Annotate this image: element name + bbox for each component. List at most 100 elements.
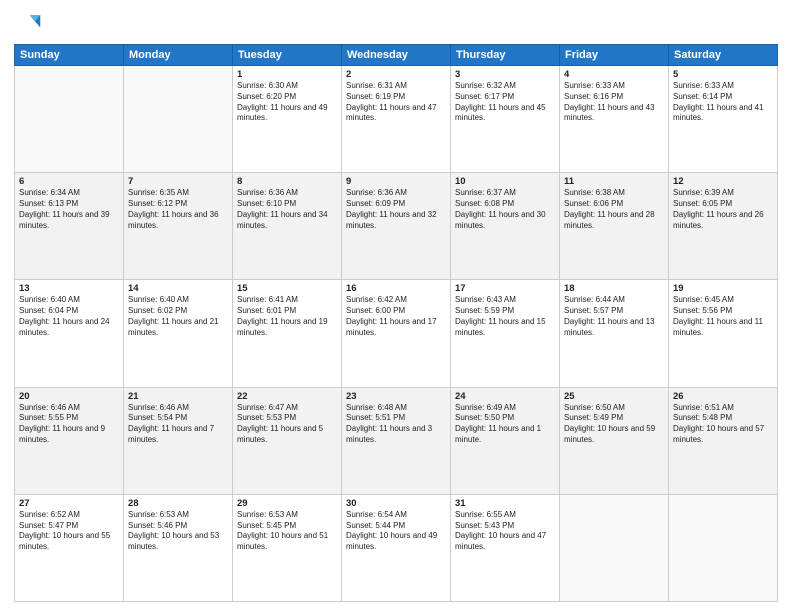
cell-info: Sunrise: 6:44 AMSunset: 5:57 PMDaylight:… [564,295,664,338]
cell-info: Sunrise: 6:46 AMSunset: 5:55 PMDaylight:… [19,403,119,446]
calendar-cell: 26Sunrise: 6:51 AMSunset: 5:48 PMDayligh… [669,387,778,494]
day-number: 30 [346,498,446,509]
day-number: 25 [564,391,664,402]
day-number: 28 [128,498,228,509]
day-number: 5 [673,69,773,80]
day-number: 15 [237,283,337,294]
col-header-wednesday: Wednesday [342,45,451,66]
calendar-cell: 22Sunrise: 6:47 AMSunset: 5:53 PMDayligh… [233,387,342,494]
calendar-cell: 19Sunrise: 6:45 AMSunset: 5:56 PMDayligh… [669,280,778,387]
col-header-friday: Friday [560,45,669,66]
calendar-cell [669,494,778,601]
cell-info: Sunrise: 6:36 AMSunset: 6:09 PMDaylight:… [346,188,446,231]
calendar-cell: 4Sunrise: 6:33 AMSunset: 6:16 PMDaylight… [560,66,669,173]
calendar-row: 1Sunrise: 6:30 AMSunset: 6:20 PMDaylight… [15,66,778,173]
calendar-cell: 16Sunrise: 6:42 AMSunset: 6:00 PMDayligh… [342,280,451,387]
day-number: 29 [237,498,337,509]
day-number: 2 [346,69,446,80]
cell-info: Sunrise: 6:42 AMSunset: 6:00 PMDaylight:… [346,295,446,338]
cell-info: Sunrise: 6:51 AMSunset: 5:48 PMDaylight:… [673,403,773,446]
day-number: 17 [455,283,555,294]
calendar-cell: 12Sunrise: 6:39 AMSunset: 6:05 PMDayligh… [669,173,778,280]
calendar-row: 13Sunrise: 6:40 AMSunset: 6:04 PMDayligh… [15,280,778,387]
cell-info: Sunrise: 6:36 AMSunset: 6:10 PMDaylight:… [237,188,337,231]
cell-info: Sunrise: 6:53 AMSunset: 5:45 PMDaylight:… [237,510,337,553]
calendar-table: SundayMondayTuesdayWednesdayThursdayFrid… [14,44,778,602]
calendar-cell: 30Sunrise: 6:54 AMSunset: 5:44 PMDayligh… [342,494,451,601]
calendar-page: SundayMondayTuesdayWednesdayThursdayFrid… [0,0,792,612]
day-number: 8 [237,176,337,187]
day-number: 26 [673,391,773,402]
logo-icon [14,10,42,38]
cell-info: Sunrise: 6:32 AMSunset: 6:17 PMDaylight:… [455,81,555,124]
calendar-cell: 17Sunrise: 6:43 AMSunset: 5:59 PMDayligh… [451,280,560,387]
calendar-cell: 13Sunrise: 6:40 AMSunset: 6:04 PMDayligh… [15,280,124,387]
cell-info: Sunrise: 6:30 AMSunset: 6:20 PMDaylight:… [237,81,337,124]
col-header-monday: Monday [124,45,233,66]
cell-info: Sunrise: 6:34 AMSunset: 6:13 PMDaylight:… [19,188,119,231]
cell-info: Sunrise: 6:53 AMSunset: 5:46 PMDaylight:… [128,510,228,553]
cell-info: Sunrise: 6:33 AMSunset: 6:16 PMDaylight:… [564,81,664,124]
day-number: 20 [19,391,119,402]
calendar-cell [124,66,233,173]
cell-info: Sunrise: 6:33 AMSunset: 6:14 PMDaylight:… [673,81,773,124]
cell-info: Sunrise: 6:47 AMSunset: 5:53 PMDaylight:… [237,403,337,446]
cell-info: Sunrise: 6:48 AMSunset: 5:51 PMDaylight:… [346,403,446,446]
day-number: 9 [346,176,446,187]
day-number: 23 [346,391,446,402]
day-number: 3 [455,69,555,80]
day-number: 11 [564,176,664,187]
calendar-cell: 10Sunrise: 6:37 AMSunset: 6:08 PMDayligh… [451,173,560,280]
calendar-cell: 2Sunrise: 6:31 AMSunset: 6:19 PMDaylight… [342,66,451,173]
cell-info: Sunrise: 6:49 AMSunset: 5:50 PMDaylight:… [455,403,555,446]
calendar-cell: 11Sunrise: 6:38 AMSunset: 6:06 PMDayligh… [560,173,669,280]
calendar-cell: 28Sunrise: 6:53 AMSunset: 5:46 PMDayligh… [124,494,233,601]
day-number: 1 [237,69,337,80]
cell-info: Sunrise: 6:31 AMSunset: 6:19 PMDaylight:… [346,81,446,124]
calendar-cell: 25Sunrise: 6:50 AMSunset: 5:49 PMDayligh… [560,387,669,494]
col-header-thursday: Thursday [451,45,560,66]
calendar-row: 20Sunrise: 6:46 AMSunset: 5:55 PMDayligh… [15,387,778,494]
day-number: 7 [128,176,228,187]
day-number: 16 [346,283,446,294]
calendar-cell: 21Sunrise: 6:46 AMSunset: 5:54 PMDayligh… [124,387,233,494]
calendar-row: 27Sunrise: 6:52 AMSunset: 5:47 PMDayligh… [15,494,778,601]
cell-info: Sunrise: 6:35 AMSunset: 6:12 PMDaylight:… [128,188,228,231]
cell-info: Sunrise: 6:54 AMSunset: 5:44 PMDaylight:… [346,510,446,553]
calendar-cell: 29Sunrise: 6:53 AMSunset: 5:45 PMDayligh… [233,494,342,601]
calendar-cell: 1Sunrise: 6:30 AMSunset: 6:20 PMDaylight… [233,66,342,173]
col-header-saturday: Saturday [669,45,778,66]
day-number: 18 [564,283,664,294]
cell-info: Sunrise: 6:39 AMSunset: 6:05 PMDaylight:… [673,188,773,231]
day-number: 22 [237,391,337,402]
cell-info: Sunrise: 6:50 AMSunset: 5:49 PMDaylight:… [564,403,664,446]
cell-info: Sunrise: 6:45 AMSunset: 5:56 PMDaylight:… [673,295,773,338]
calendar-cell: 14Sunrise: 6:40 AMSunset: 6:02 PMDayligh… [124,280,233,387]
cell-info: Sunrise: 6:43 AMSunset: 5:59 PMDaylight:… [455,295,555,338]
calendar-cell: 31Sunrise: 6:55 AMSunset: 5:43 PMDayligh… [451,494,560,601]
logo [14,10,44,38]
day-number: 21 [128,391,228,402]
day-number: 31 [455,498,555,509]
day-number: 27 [19,498,119,509]
day-number: 12 [673,176,773,187]
calendar-cell [560,494,669,601]
calendar-cell: 8Sunrise: 6:36 AMSunset: 6:10 PMDaylight… [233,173,342,280]
calendar-cell: 27Sunrise: 6:52 AMSunset: 5:47 PMDayligh… [15,494,124,601]
cell-info: Sunrise: 6:46 AMSunset: 5:54 PMDaylight:… [128,403,228,446]
day-number: 19 [673,283,773,294]
col-header-sunday: Sunday [15,45,124,66]
calendar-cell: 20Sunrise: 6:46 AMSunset: 5:55 PMDayligh… [15,387,124,494]
calendar-header-row: SundayMondayTuesdayWednesdayThursdayFrid… [15,45,778,66]
calendar-cell: 18Sunrise: 6:44 AMSunset: 5:57 PMDayligh… [560,280,669,387]
cell-info: Sunrise: 6:52 AMSunset: 5:47 PMDaylight:… [19,510,119,553]
calendar-cell: 24Sunrise: 6:49 AMSunset: 5:50 PMDayligh… [451,387,560,494]
calendar-cell: 15Sunrise: 6:41 AMSunset: 6:01 PMDayligh… [233,280,342,387]
cell-info: Sunrise: 6:37 AMSunset: 6:08 PMDaylight:… [455,188,555,231]
cell-info: Sunrise: 6:40 AMSunset: 6:04 PMDaylight:… [19,295,119,338]
day-number: 6 [19,176,119,187]
calendar-row: 6Sunrise: 6:34 AMSunset: 6:13 PMDaylight… [15,173,778,280]
calendar-cell: 7Sunrise: 6:35 AMSunset: 6:12 PMDaylight… [124,173,233,280]
calendar-cell: 23Sunrise: 6:48 AMSunset: 5:51 PMDayligh… [342,387,451,494]
calendar-cell [15,66,124,173]
